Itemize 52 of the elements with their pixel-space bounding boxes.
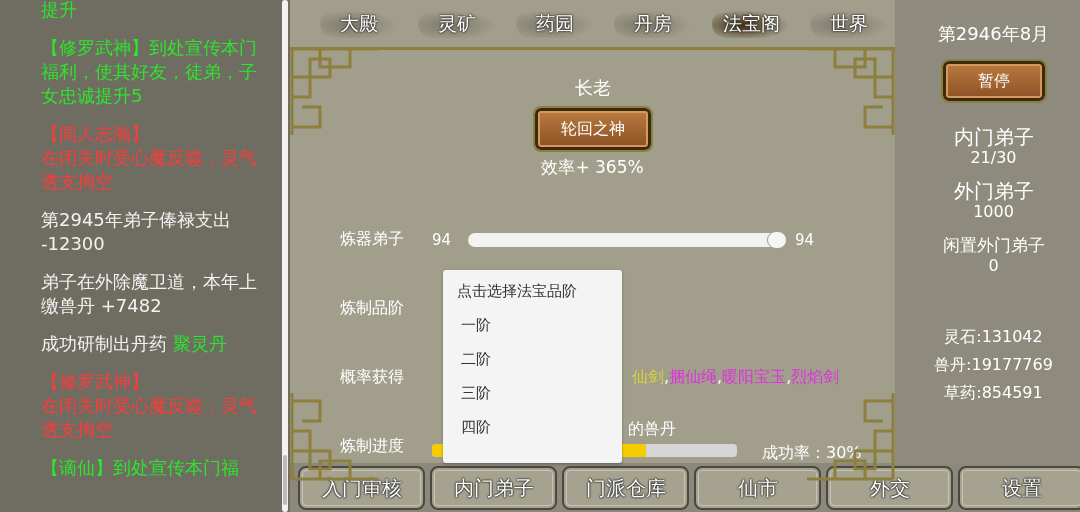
dropdown-option[interactable]: 三阶 (443, 372, 622, 406)
comma-text: , (664, 367, 670, 386)
row-label: 炼器弟子 (340, 229, 405, 250)
resource-text: 灵石:131042 (944, 326, 1043, 348)
stat-label: 内门弟子 (953, 126, 1034, 148)
stat-label: 外门弟子 (953, 180, 1034, 202)
elder-button[interactable]: 轮回之神 (534, 108, 651, 150)
treasure-name: 烈焰剑 (791, 367, 840, 386)
stat-label: 闲置外门弟子 (942, 234, 1045, 256)
stat-value: 21/30 (970, 148, 1017, 168)
row-label: 炼制进度 (340, 436, 405, 457)
worker-max: 94 (795, 230, 816, 249)
log-entry: 成功研制出丹药 聚灵丹 (41, 332, 228, 356)
treasure-name: 暖阳宝玉 (722, 367, 787, 386)
log-entry: 【闻人志瀚】 在闭关时受心魔反噬，灵气透支掏空 (41, 122, 258, 194)
resource-text: 兽丹:19177769 (934, 354, 1053, 376)
log-entry: 第2945年弟子俸禄支出 -12300 (41, 208, 232, 256)
slider-thumb[interactable] (767, 230, 787, 249)
menu-button[interactable]: 入门审核 (298, 466, 425, 510)
menu-button[interactable]: 内门弟子 (430, 466, 557, 510)
stat-value: 0 (988, 256, 999, 276)
dropdown-option[interactable]: 二阶 (443, 338, 622, 372)
efficiency-text: 效率+ 365% (541, 156, 644, 179)
log-entry: 【修罗武神】到处宣传本门福利，使其好友，徒弟，子女忠诚提升5 (41, 36, 258, 108)
comma-text: , (786, 367, 792, 386)
elder-title: 长老 (574, 76, 611, 100)
comma-text: , (717, 367, 723, 386)
treasure-name: 仙剑 (632, 367, 664, 386)
worker-slider[interactable] (468, 232, 785, 247)
menu-button[interactable]: 设置 (958, 466, 1080, 510)
treasure-name: 捆仙绳 (669, 367, 718, 386)
dropdown-option[interactable]: 四阶 (443, 406, 622, 440)
date-text: 第2946年8月 (937, 22, 1050, 46)
stat-value: 1000 (973, 202, 1014, 222)
resource-text: 草药:854591 (944, 382, 1043, 404)
pause-button[interactable]: 暂停 (942, 61, 1045, 101)
menu-button[interactable]: 仙市 (694, 466, 821, 510)
log-entry: 提升 (41, 0, 78, 22)
scrollbar[interactable] (282, 0, 288, 512)
log-entry: 【谪仙】到处宣传本门福 (41, 456, 240, 480)
tab[interactable]: 法宝阁 (712, 10, 790, 38)
progress-caption: 的兽丹 (628, 418, 676, 438)
row-label: 炼制品阶 (340, 298, 405, 319)
menu-button[interactable]: 门派仓库 (562, 466, 689, 510)
dropdown-header: 点击选择法宝品阶 (456, 281, 578, 302)
log-entry: 【修罗武神】 在闭关时受心魔反噬，灵气透支掏空 (41, 370, 258, 442)
menu-button[interactable]: 外交 (826, 466, 953, 510)
row-label: 概率获得 (340, 367, 405, 388)
dropdown-option[interactable]: 一阶 (443, 304, 622, 338)
success-rate: 成功率：30% (762, 443, 862, 464)
log-entry: 弟子在外除魔卫道，本年上缴兽丹 +7482 (41, 270, 258, 318)
worker-count: 94 (432, 230, 453, 249)
